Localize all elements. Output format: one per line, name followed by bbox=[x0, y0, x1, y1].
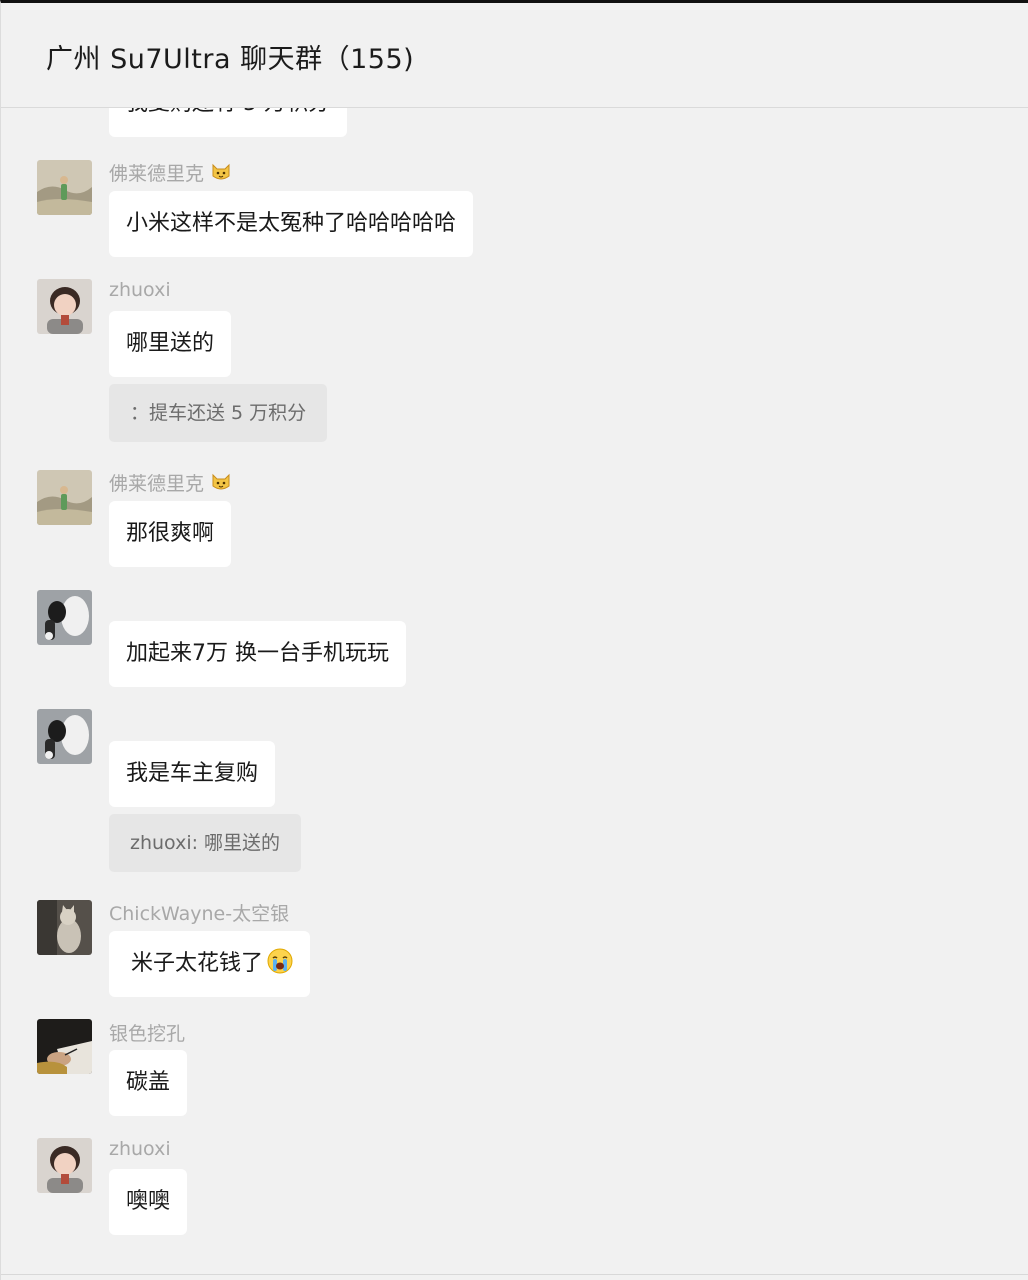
chat-header: 广州 Su7Ultra 聊天群（155) bbox=[1, 3, 1028, 108]
robot-avatar-image bbox=[37, 709, 92, 764]
cat-photo-avatar-image bbox=[37, 900, 92, 955]
sender-name: zhuoxi bbox=[109, 1138, 171, 1160]
avatar[interactable] bbox=[37, 1019, 92, 1074]
message-bubble[interactable]: 我是车主复购 bbox=[109, 741, 276, 807]
quoted-reply[interactable]: zhuoxi: 哪里送的 bbox=[109, 814, 302, 872]
message-bubble[interactable]: 米子太花钱了 bbox=[109, 931, 311, 997]
message-bubble[interactable]: 那很爽啊 bbox=[109, 501, 232, 567]
child-avatar-image bbox=[37, 1138, 92, 1193]
sender-name: ChickWayne-太空银 bbox=[109, 903, 290, 925]
message-bubble[interactable]: 噢噢 bbox=[109, 1169, 188, 1235]
message-list[interactable]: 我复购还有 5 万积分 佛莱德里克 小米这样不是太冤种了哈哈哈哈哈 bbox=[1, 3, 1028, 1280]
avatar[interactable] bbox=[37, 709, 92, 764]
sender-name: zhuoxi bbox=[109, 279, 171, 301]
avatar[interactable] bbox=[37, 1138, 92, 1193]
landscape-avatar-image bbox=[37, 470, 92, 525]
message-bubble[interactable]: 加起来7万 换一台手机玩玩 bbox=[109, 621, 406, 687]
avatar[interactable] bbox=[37, 160, 92, 215]
group-title[interactable]: 广州 Su7Ultra 聊天群（155) bbox=[46, 37, 414, 76]
chat-screen: 我复购还有 5 万积分 佛莱德里克 小米这样不是太冤种了哈哈哈哈哈 bbox=[0, 0, 1028, 1280]
sender-name: 佛莱德里克 bbox=[109, 469, 232, 496]
message-bubble[interactable]: 碳盖 bbox=[109, 1050, 188, 1116]
robot-avatar-image bbox=[37, 590, 92, 645]
message-bubble[interactable]: 哪里送的 bbox=[109, 311, 232, 377]
cat-face-icon bbox=[210, 161, 232, 183]
loudly-crying-face-icon bbox=[267, 948, 293, 974]
divider bbox=[1, 1274, 1028, 1275]
avatar[interactable] bbox=[37, 900, 92, 955]
message-bubble[interactable]: 小米这样不是太冤种了哈哈哈哈哈 bbox=[109, 191, 474, 257]
quoted-reply[interactable]: ：提车还送 5 万积分 bbox=[109, 384, 328, 442]
avatar[interactable] bbox=[37, 590, 92, 645]
drawing-hand-avatar-image bbox=[37, 1019, 92, 1074]
avatar[interactable] bbox=[37, 470, 92, 525]
cat-face-icon bbox=[210, 471, 232, 493]
avatar[interactable] bbox=[37, 279, 92, 334]
sender-name: 佛莱德里克 bbox=[109, 159, 232, 186]
sender-name: 银色挖孔 bbox=[109, 1023, 186, 1045]
landscape-avatar-image bbox=[37, 160, 92, 215]
child-avatar-image bbox=[37, 279, 92, 334]
